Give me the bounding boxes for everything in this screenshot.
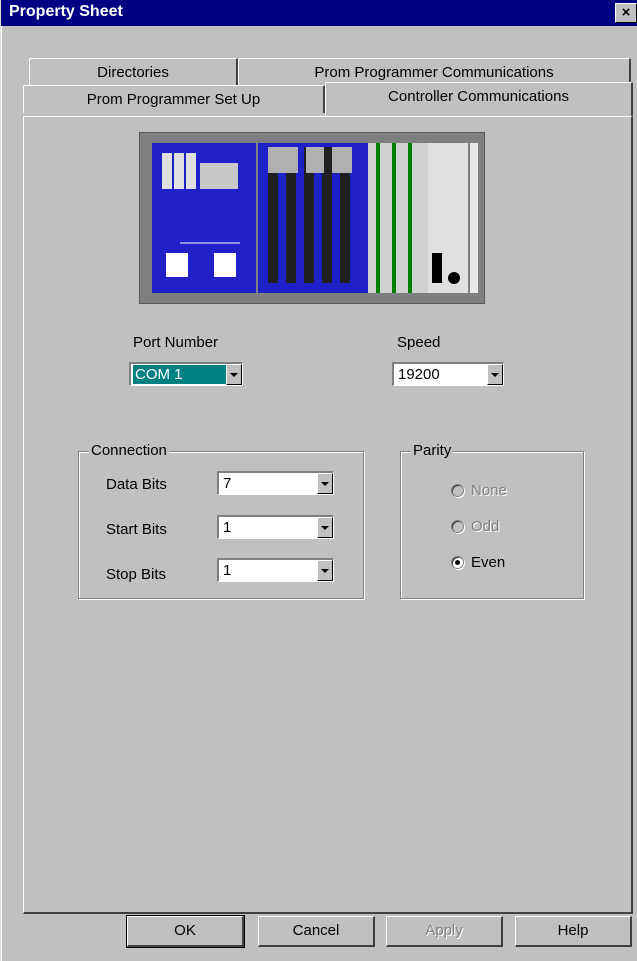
parity-even-radio[interactable] [451, 556, 464, 569]
stop-bits-value: 1 [223, 562, 232, 579]
tab-directories-label: Directories [97, 64, 169, 81]
title-bar: Property Sheet × [1, 0, 637, 26]
data-bits-select[interactable]: 7 [217, 471, 334, 495]
help-button[interactable]: Help [515, 916, 632, 947]
parity-legend: Parity [411, 442, 454, 459]
tab-prom-programmer-set-up[interactable]: Prom Programmer Set Up [23, 85, 325, 113]
data-bits-value: 7 [223, 475, 232, 492]
close-icon[interactable]: × [615, 3, 637, 23]
data-bits-label: Data Bits [106, 476, 167, 493]
parity-odd-radio[interactable] [451, 520, 464, 533]
chevron-down-icon[interactable] [487, 364, 503, 385]
tab-prom-programmer-communications-label: Prom Programmer Communications [314, 64, 554, 81]
tab-directories[interactable]: Directories [29, 58, 238, 86]
apply-button[interactable]: Apply [386, 916, 503, 947]
port-number-value: COM 1 [133, 365, 227, 384]
start-bits-select[interactable]: 1 [217, 515, 334, 539]
parity-none-radio[interactable] [451, 484, 464, 497]
start-bits-label: Start Bits [106, 521, 167, 538]
parity-none-label: None [471, 482, 507, 499]
parity-odd-label: Odd [471, 518, 500, 535]
start-bits-value: 1 [223, 519, 232, 536]
speed-label: Speed [397, 334, 441, 351]
plc-rack-image [139, 132, 485, 304]
property-sheet-window: Property Sheet × Directories Prom Progra… [0, 0, 637, 961]
tab-prom-programmer-set-up-label: Prom Programmer Set Up [86, 91, 261, 108]
port-number-select[interactable]: COM 1 [129, 362, 243, 386]
connection-legend: Connection [89, 442, 169, 459]
speed-select[interactable]: 19200 [392, 362, 504, 386]
plc-rack-graphic [140, 133, 484, 303]
chevron-down-icon[interactable] [317, 473, 333, 494]
chevron-down-icon[interactable] [317, 560, 333, 581]
cancel-button[interactable]: Cancel [258, 916, 375, 947]
chevron-down-icon[interactable] [317, 517, 333, 538]
ok-button[interactable]: OK [126, 915, 245, 948]
chevron-down-icon[interactable] [226, 364, 242, 385]
stop-bits-select[interactable]: 1 [217, 558, 334, 582]
tab-controller-communications-label: Controller Communications [388, 88, 569, 105]
speed-value: 19200 [398, 366, 440, 383]
port-number-label: Port Number [133, 334, 219, 351]
stop-bits-label: Stop Bits [106, 566, 167, 583]
window-title: Property Sheet [9, 3, 123, 20]
tab-controller-communications[interactable]: Controller Communications [325, 82, 633, 116]
parity-even-label: Even [471, 554, 506, 571]
